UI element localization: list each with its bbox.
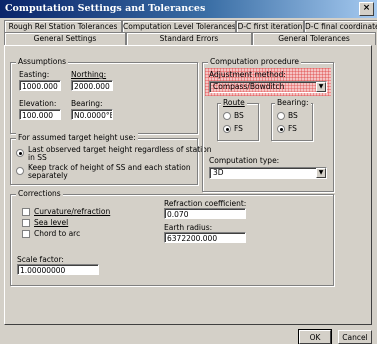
computation-type-label: Computation type: [209,156,280,165]
computation-type-value: 3D [213,168,224,177]
elevation-field[interactable]: 100.000 [19,109,61,120]
tab-row-2: General Settings Standard Errors General… [4,32,376,45]
easting-field[interactable]: 1000.000 [19,80,61,91]
window-title: Computation Settings and Tolerances [5,3,206,14]
curvature-checkbox[interactable] [22,208,30,216]
northing-label: Northing: [71,70,107,79]
route-label: Route [221,98,247,107]
last-observed-label: Last observed target height regardless o… [28,145,212,154]
sea-level-label: Sea level [34,218,69,227]
target-height-label: For assumed target height use: [16,133,138,142]
chord-to-arc-checkbox[interactable] [22,230,30,238]
sea-level-checkbox[interactable] [22,219,30,227]
assumptions-group: Assumptions Easting: 1000.000 Northing: … [10,57,198,134]
earth-radius-label: Earth radius: [164,223,213,232]
bearing-bs-radio[interactable] [277,112,285,120]
refraction-field[interactable]: 0.070 [164,208,246,219]
adjustment-method-value: Compass/Bowditch [213,82,285,91]
corrections-group: Corrections Curvature/refraction Sea lev… [10,189,334,286]
last-observed-label-2: in SS [28,153,47,162]
easting-label: Easting: [19,70,50,79]
bearing-fs-label: FS [288,124,297,133]
northing-field[interactable]: 2000.000 [71,80,113,91]
close-button[interactable]: × [359,2,374,16]
route-fs-label: FS [234,124,243,133]
elevation-label: Elevation: [19,99,57,108]
cancel-button[interactable]: Cancel [338,330,372,344]
target-height-group: For assumed target height use: Last obse… [10,133,212,185]
bearing-label: Bearing: [71,99,103,108]
general-settings-panel: Assumptions Easting: 1000.000 Northing: … [4,45,372,344]
dropdown-arrow-icon[interactable]: ▼ [316,82,326,92]
keep-track-radio[interactable] [16,167,24,175]
scale-factor-field[interactable]: 1.00000000 [17,264,99,275]
keep-track-label-2: separately [28,171,68,180]
title-bar[interactable]: Computation Settings and Tolerances × [0,0,377,18]
chord-to-arc-label: Chord to arc [34,229,81,238]
dropdown-arrow-icon[interactable]: ▼ [316,168,326,178]
computation-procedure-group: Computation procedure Adjustment method:… [202,57,334,192]
bearing-group-label: Bearing: [275,98,311,107]
earth-radius-field[interactable]: 6372200.000 [164,232,246,243]
computation-procedure-label: Computation procedure [208,57,301,66]
adjustment-method-select[interactable]: Compass/Bowditch ▼ [209,81,327,93]
bearing-field[interactable]: N0.0000°E [71,109,113,120]
scale-factor-label: Scale factor: [17,255,64,264]
bearing-bs-label: BS [288,111,298,120]
tab-standard-errors[interactable]: Standard Errors [126,32,252,45]
corrections-label: Corrections [16,189,63,198]
refraction-label: Refraction coefficient: [164,199,247,208]
curvature-label: Curvature/refraction [34,207,111,216]
adjustment-method-label: Adjustment method: [209,70,286,79]
bearing-group: Bearing: BS FS [271,98,313,141]
computation-type-select[interactable]: 3D ▼ [209,167,327,179]
route-bs-radio[interactable] [223,112,231,120]
route-group: Route BS FS [217,98,259,141]
bearing-fs-radio[interactable] [277,125,285,133]
assumptions-label: Assumptions [16,57,69,66]
route-bs-label: BS [234,111,244,120]
dialog-window: Computation Settings and Tolerances × Ro… [0,0,377,344]
ok-button[interactable]: OK [298,329,332,344]
last-observed-radio[interactable] [16,149,24,157]
route-fs-radio[interactable] [223,125,231,133]
tab-general-settings[interactable]: General Settings [4,32,126,45]
tab-general-tolerances[interactable]: General Tolerances [252,32,376,45]
